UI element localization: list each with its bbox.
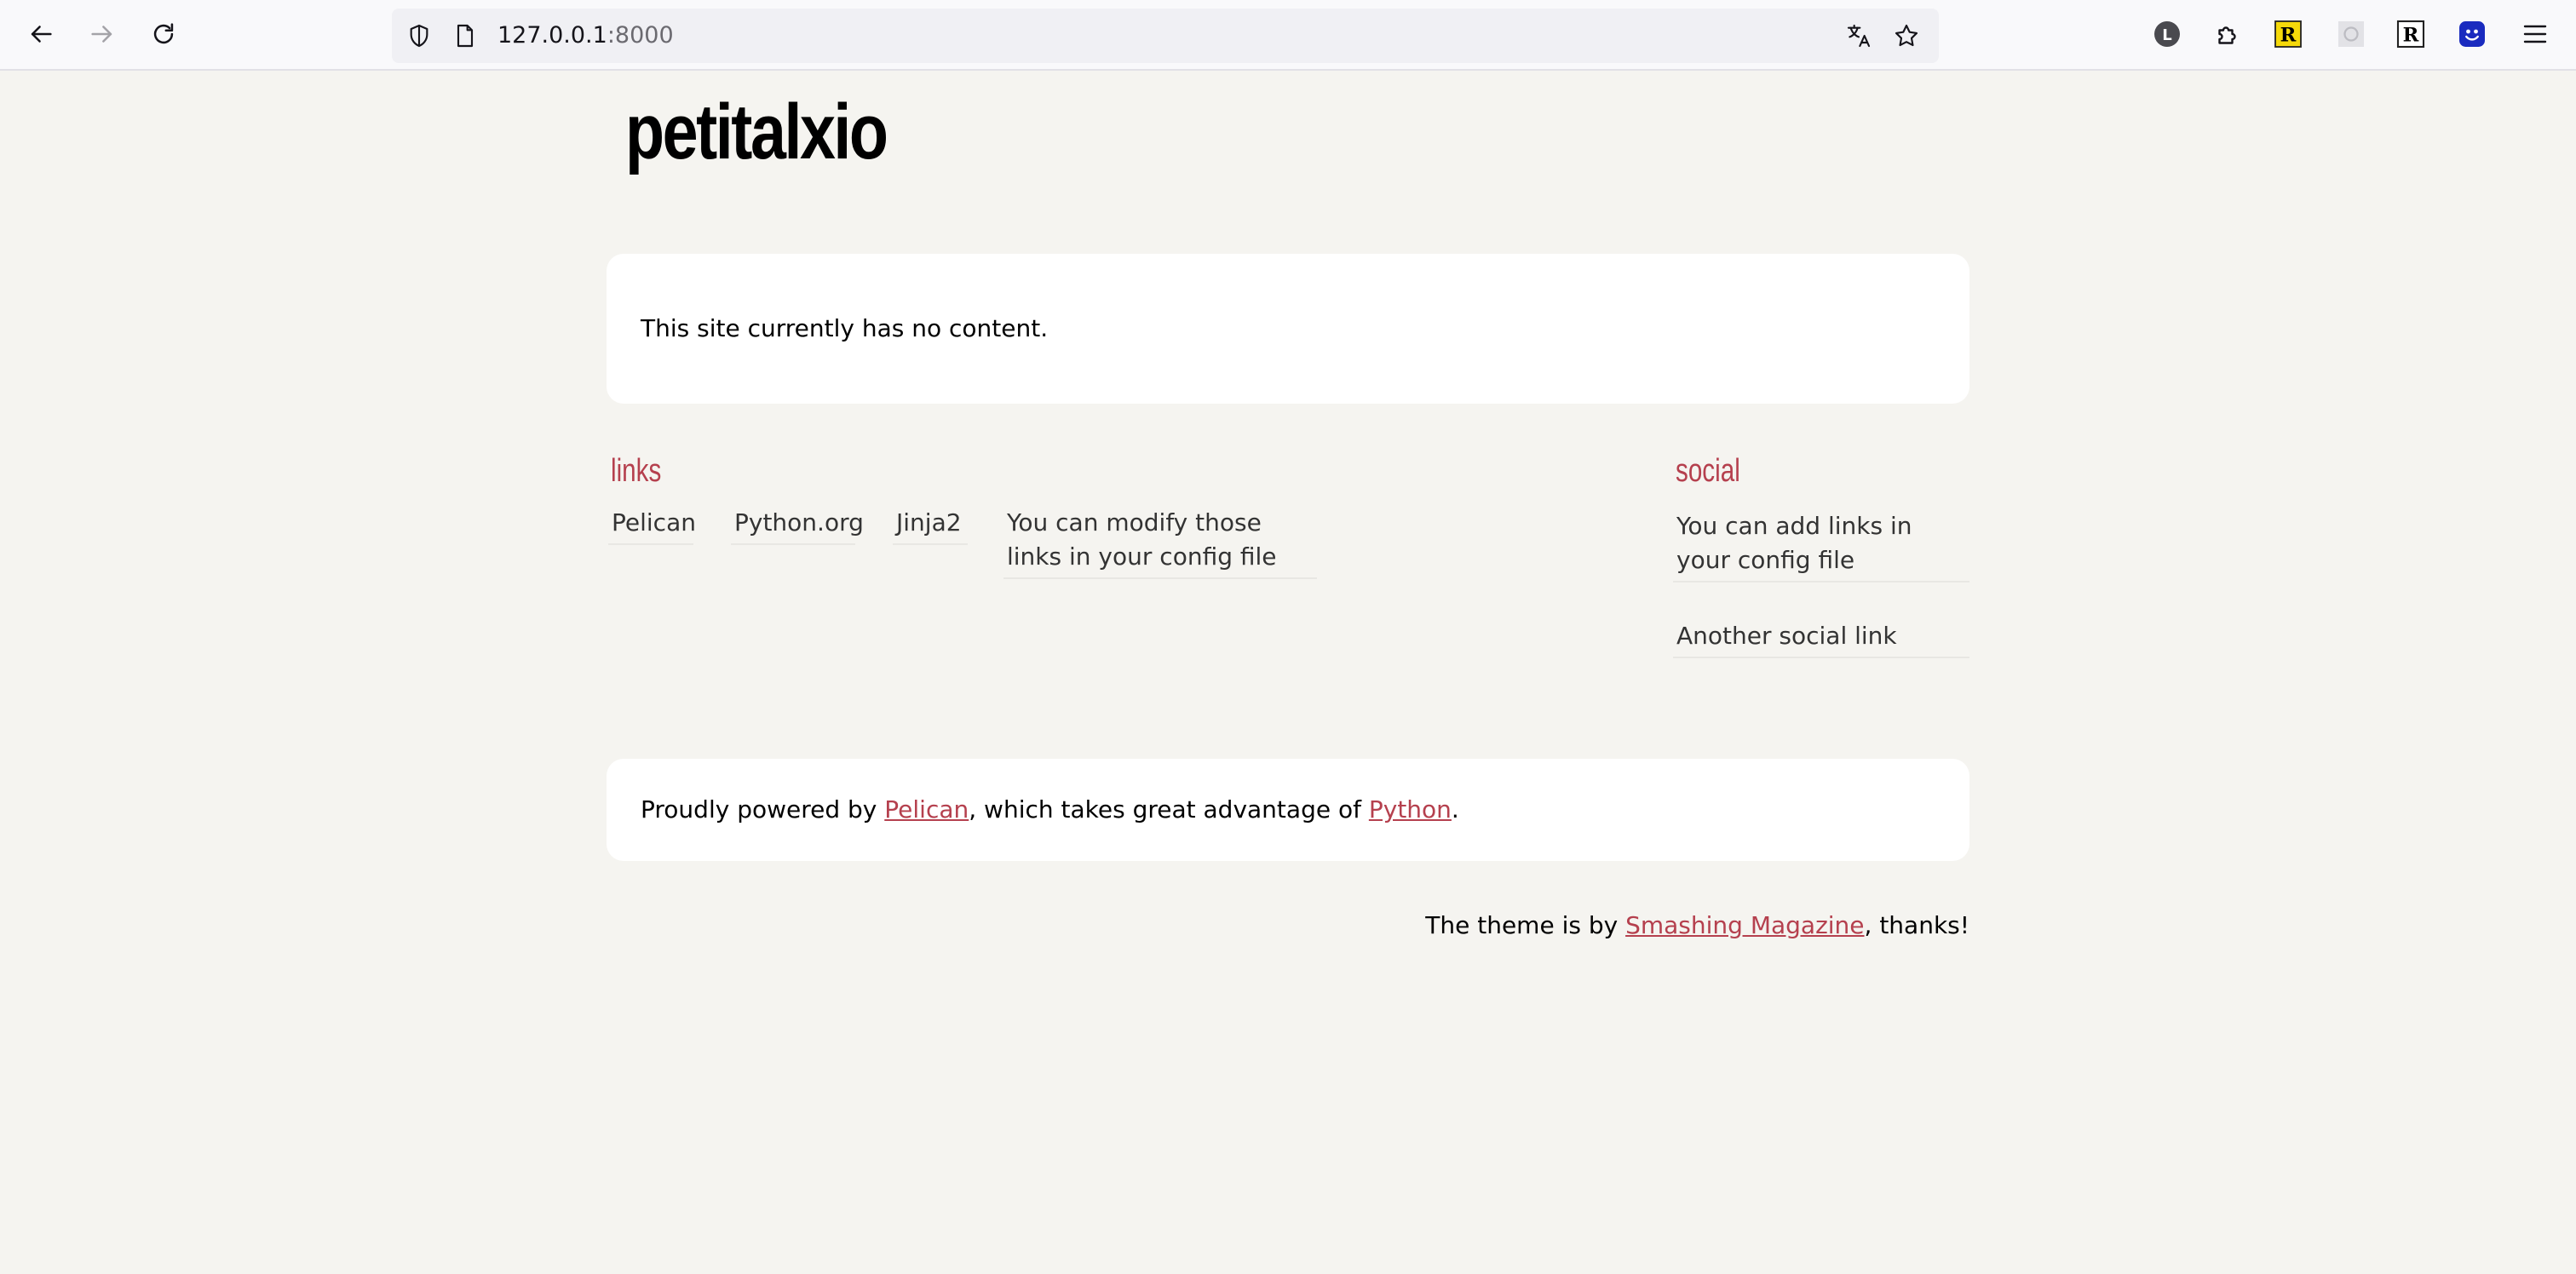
footer-middle: , which takes great advantage of bbox=[969, 795, 1369, 824]
extension-smiley-icon[interactable] bbox=[2455, 17, 2489, 51]
links-heading: links bbox=[611, 453, 662, 489]
extension-r-white-icon[interactable]: R bbox=[2394, 17, 2428, 51]
url-text[interactable]: 127.0.0.1:8000 bbox=[497, 20, 674, 51]
site-title[interactable]: petitalxio bbox=[625, 85, 888, 179]
url-port: :8000 bbox=[607, 22, 674, 49]
link-python-org[interactable]: Python.org bbox=[731, 506, 864, 545]
link-modify-config[interactable]: You can modify those links in your confi… bbox=[1003, 506, 1317, 579]
extension-r-yellow-icon[interactable]: R bbox=[2271, 17, 2305, 51]
account-l-icon[interactable]: L bbox=[2150, 17, 2184, 51]
link-jinja2[interactable]: Jinja2 bbox=[893, 506, 968, 545]
content-card: This site currently has no content. bbox=[607, 254, 1969, 404]
footer-suffix: . bbox=[1451, 795, 1459, 824]
footer-card: Proudly powered by Pelican, which takes … bbox=[607, 759, 1969, 861]
shield-icon[interactable] bbox=[404, 20, 434, 51]
forward-button[interactable] bbox=[80, 12, 124, 56]
bookmark-star-icon[interactable] bbox=[1891, 20, 1922, 51]
pelican-link[interactable]: Pelican bbox=[884, 795, 969, 824]
reload-button[interactable] bbox=[141, 12, 186, 56]
back-button[interactable] bbox=[19, 12, 63, 56]
address-bar[interactable]: 127.0.0.1:8000 bbox=[392, 9, 1939, 63]
translate-icon[interactable] bbox=[1843, 20, 1874, 51]
link-pelican[interactable]: Pelican bbox=[608, 506, 696, 545]
footer-prefix: Proudly powered by bbox=[641, 795, 885, 824]
browser-toolbar: 127.0.0.1:8000 L R R bbox=[0, 0, 2576, 71]
footer-text: Proudly powered by Pelican, which takes … bbox=[641, 793, 1459, 827]
page-icon[interactable] bbox=[450, 20, 480, 51]
arrow-right-icon bbox=[91, 26, 112, 43]
python-link[interactable]: Python bbox=[1369, 795, 1452, 824]
extensions-puzzle-icon[interactable] bbox=[2211, 17, 2245, 51]
credit-suffix: , thanks! bbox=[1864, 911, 1969, 939]
smashing-magazine-link[interactable]: Smashing Magazine bbox=[1625, 911, 1864, 939]
empty-content-message: This site currently has no content. bbox=[641, 314, 1049, 342]
arrow-left-icon bbox=[31, 26, 52, 43]
svg-text:R: R bbox=[2403, 24, 2419, 46]
url-host: 127.0.0.1 bbox=[497, 22, 607, 49]
menu-icon[interactable] bbox=[2518, 17, 2552, 51]
credit-prefix: The theme is by bbox=[1425, 911, 1626, 939]
reload-icon bbox=[153, 23, 174, 44]
social-heading: social bbox=[1676, 453, 1740, 489]
social-link-another[interactable]: Another social link bbox=[1673, 619, 1969, 658]
theme-credit: The theme is by Smashing Magazine, thank… bbox=[1425, 909, 1969, 943]
svg-text:R: R bbox=[2280, 24, 2297, 46]
extension-grid-icon[interactable] bbox=[2334, 17, 2368, 51]
svg-text:L: L bbox=[2162, 26, 2171, 44]
social-link-config[interactable]: You can add links in your config file bbox=[1673, 509, 1969, 582]
